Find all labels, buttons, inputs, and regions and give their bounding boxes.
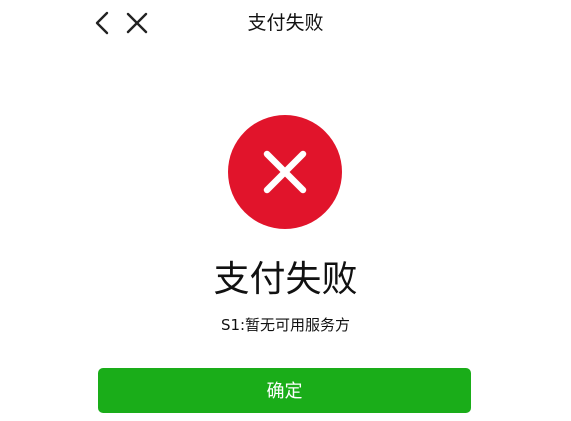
confirm-button[interactable]: 确定 xyxy=(98,368,471,413)
navigation-bar: 支付失败 xyxy=(0,0,571,48)
result-title: 支付失败 xyxy=(213,259,358,300)
error-x-circle-icon xyxy=(228,115,342,229)
failure-reason: S1:暂无可用服务方 xyxy=(220,316,351,334)
page-title: 支付失败 xyxy=(247,12,324,34)
